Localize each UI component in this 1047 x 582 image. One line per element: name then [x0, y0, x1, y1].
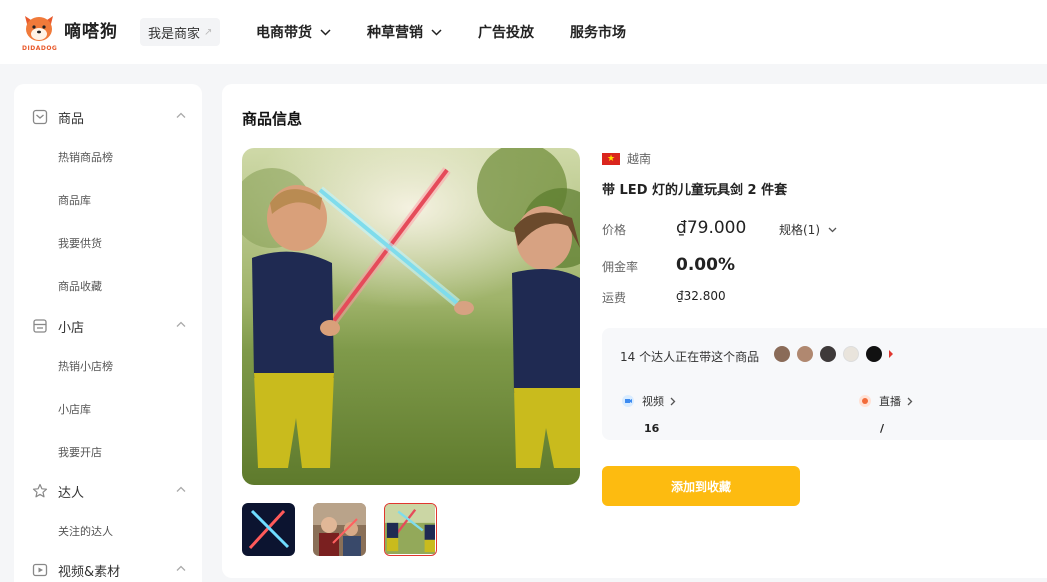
shop-icon: [33, 319, 47, 333]
avatar[interactable]: [843, 346, 859, 362]
sidebar-item-product-library[interactable]: 商品库: [58, 192, 91, 208]
nav-item-seeding[interactable]: 种草营销: [367, 22, 442, 42]
sidebar-group-label: 商品: [58, 111, 85, 127]
vietnam-flag-icon: ★: [602, 152, 620, 165]
sidebar-group-shop[interactable]: 小店: [14, 311, 202, 341]
spec-label: 规格(1): [779, 223, 820, 237]
sidebar-group-label: 达人: [58, 485, 85, 501]
chevron-up-icon: [176, 565, 186, 571]
country-label: 越南: [627, 152, 652, 166]
video-metric-link[interactable]: 视频: [622, 393, 676, 409]
top-bar: 嘀嗒狗 DIDADOG 我是商家 ↗ 电商带货 种草营销 广告投放 服务市场: [0, 0, 1047, 64]
spec-dropdown[interactable]: 规格(1): [779, 221, 837, 238]
chevron-up-icon: [176, 486, 186, 492]
avatar[interactable]: [774, 346, 790, 362]
product-country: ★ 越南: [602, 150, 651, 167]
product-thumbnail-1[interactable]: [242, 503, 295, 556]
sidebar-item-hot-products[interactable]: 热销商品榜: [58, 149, 113, 165]
live-metric-link[interactable]: 直播: [859, 393, 913, 409]
product-title: 带 LED 灯的儿童玩具剑 2 件套: [602, 183, 788, 198]
product-detail-card: 商品信息 ★ 越南 带 LED 灯的儿童玩具剑 2 件套 价格 ₫79.000 …: [222, 84, 1047, 578]
sidebar-item-followed-influencers[interactable]: 关注的达人: [58, 523, 113, 539]
avatar[interactable]: [797, 346, 813, 362]
shipping-value: ₫32.800: [676, 289, 726, 303]
video-label: 视频: [642, 395, 664, 408]
influencer-count-text: 14 个达人正在带这个商品: [620, 350, 760, 364]
chevron-up-icon: [176, 112, 186, 118]
nav-label: 电商带货: [256, 25, 312, 41]
product-thumbnail-3[interactable]: [384, 503, 437, 556]
star-person-icon: [32, 483, 48, 498]
product-icon: [32, 109, 48, 125]
video-icon: [32, 563, 48, 577]
product-main-image[interactable]: [242, 148, 580, 485]
chevron-down-icon: [828, 227, 837, 232]
live-label: 直播: [879, 395, 901, 408]
chevron-down-icon: [320, 28, 331, 36]
chevron-right-icon: [907, 397, 913, 405]
sidebar: 商品 热销商品榜 商品库 我要供货 商品收藏 小店 热销小店榜 小店库 我要开店…: [14, 84, 202, 582]
live-count: /: [880, 422, 885, 435]
sidebar-group-label: 视频&素材: [58, 564, 121, 580]
sidebar-item-open-shop[interactable]: 我要开店: [58, 444, 102, 460]
nav-item-service-market[interactable]: 服务市场: [570, 22, 626, 42]
nav-label: 广告投放: [478, 25, 534, 41]
nav-label: 服务市场: [570, 25, 626, 41]
sidebar-item-product-favorites[interactable]: 商品收藏: [58, 278, 102, 294]
sidebar-item-supply[interactable]: 我要供货: [58, 235, 102, 251]
avatar[interactable]: [820, 346, 836, 362]
nav-item-ecommerce[interactable]: 电商带货: [256, 22, 331, 42]
merchant-switch-button[interactable]: 我是商家 ↗: [140, 18, 221, 46]
main-nav: 电商带货 种草营销 广告投放 服务市场: [256, 0, 662, 64]
price-value: ₫79.000: [676, 218, 747, 238]
commission-value: 0.00%: [676, 255, 735, 275]
merchant-switch-label: 我是商家: [148, 26, 201, 42]
product-thumbnail-2[interactable]: [313, 503, 366, 556]
sidebar-group-product[interactable]: 商品: [14, 102, 202, 132]
commission-label: 佣金率: [602, 260, 639, 274]
brand-name: 嘀嗒狗: [64, 21, 118, 42]
sidebar-group-video[interactable]: 视频&素材: [14, 555, 202, 582]
more-avatars-icon[interactable]: [889, 350, 893, 358]
brand-sub: DIDADOG: [22, 45, 58, 52]
live-icon: [859, 395, 871, 407]
sidebar-item-shop-library[interactable]: 小店库: [58, 401, 91, 417]
video-count: 16: [644, 422, 660, 435]
sidebar-group-label: 小店: [58, 320, 85, 336]
sidebar-group-influencer[interactable]: 达人: [14, 476, 202, 506]
chevron-right-icon: [670, 397, 676, 405]
influencer-summary-box: 14 个达人正在带这个商品 视频 16 直播 /: [602, 328, 1047, 440]
sidebar-item-hot-shops[interactable]: 热销小店榜: [58, 358, 113, 374]
arrow-up-right-icon: ↗: [204, 26, 213, 38]
chevron-up-icon: [176, 321, 186, 327]
section-title: 商品信息: [242, 110, 303, 128]
dog-logo-icon: [22, 12, 56, 46]
video-icon: [622, 395, 634, 407]
add-to-favorites-button[interactable]: 添加到收藏: [602, 466, 800, 506]
price-label: 价格: [602, 223, 627, 237]
shipping-label: 运费: [602, 291, 627, 305]
nav-label: 种草营销: [367, 25, 423, 41]
avatar[interactable]: [866, 346, 882, 362]
brand-logo[interactable]: 嘀嗒狗 DIDADOG: [22, 12, 118, 52]
nav-item-ads[interactable]: 广告投放: [478, 22, 534, 42]
chevron-down-icon: [431, 28, 442, 36]
influencer-avatars[interactable]: [774, 346, 893, 362]
